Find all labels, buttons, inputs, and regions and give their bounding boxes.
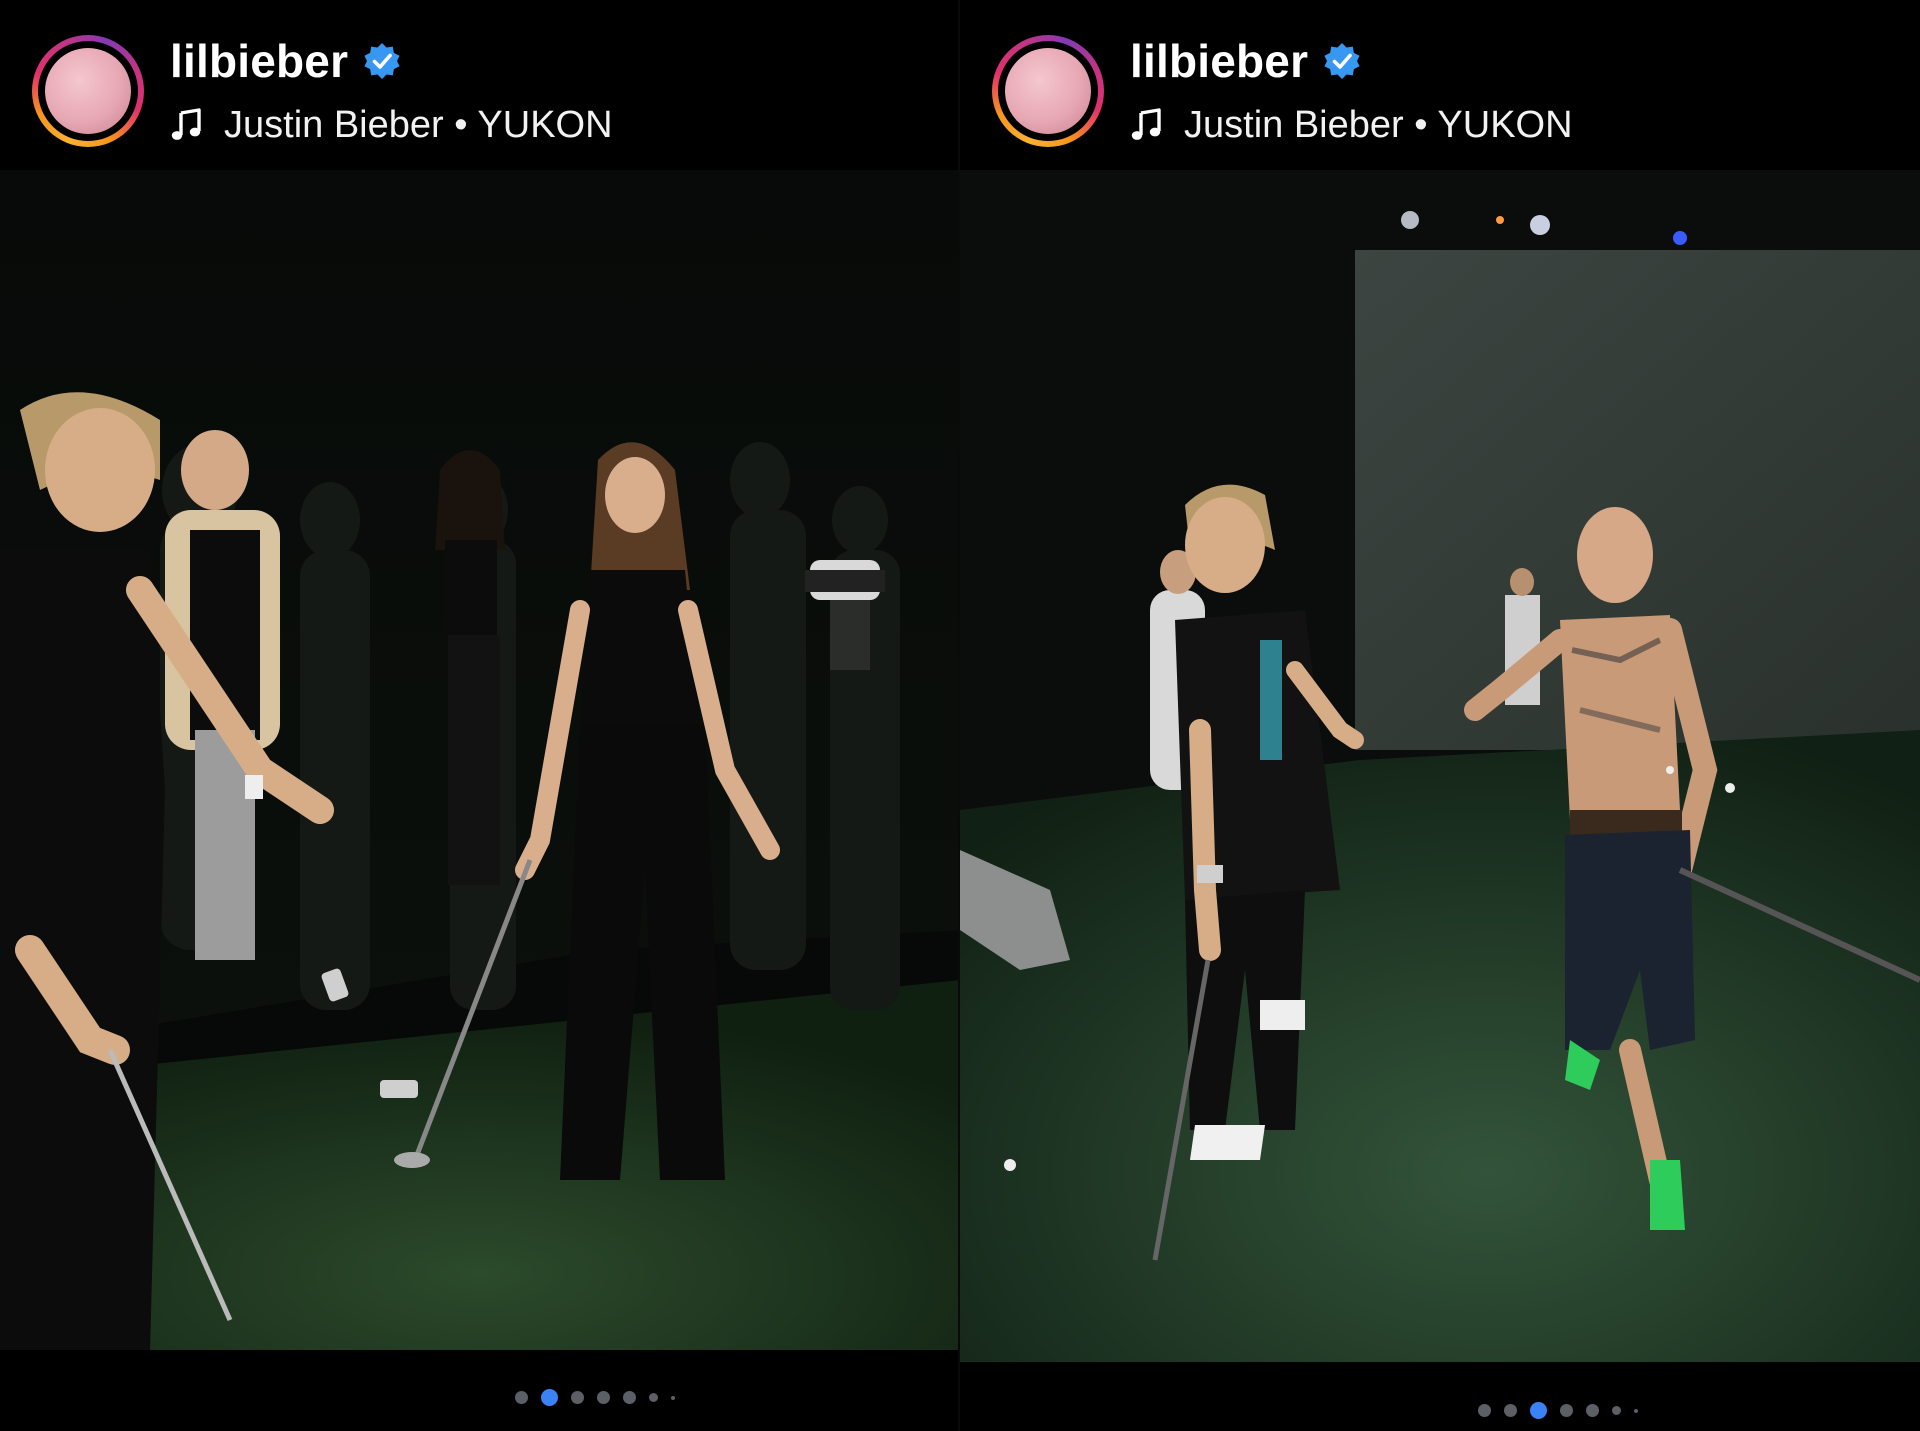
carousel-dot-active: [1530, 1402, 1547, 1419]
avatar[interactable]: [1005, 48, 1091, 134]
carousel-dot: [1586, 1404, 1599, 1417]
audio-label: Justin Bieber • YUKON: [1184, 104, 1573, 147]
music-note-icon: [1131, 108, 1161, 140]
audio-track: YUKON: [477, 103, 613, 146]
carousel-dot: [597, 1391, 610, 1404]
post-photo[interactable]: [0, 170, 960, 1350]
carousel-dot: [671, 1395, 675, 1400]
post-header: lilbieber Justin Bieber • YUKON: [960, 0, 1920, 170]
story-ring[interactable]: [32, 35, 144, 147]
audio-row[interactable]: Justin Bieber • YUKON: [1130, 103, 1573, 147]
username[interactable]: lilbieber: [170, 34, 348, 88]
carousel-dot: [1560, 1404, 1573, 1417]
audio-artist: Justin Bieber: [1184, 103, 1404, 146]
post-header: lilbieber Justin Bieber • YUKON: [0, 0, 960, 170]
avatar[interactable]: [45, 48, 131, 134]
carousel-dot: [623, 1391, 636, 1404]
photo-image: [960, 170, 1920, 1362]
verified-badge-icon: [364, 43, 400, 79]
audio-separator: •: [454, 103, 468, 146]
carousel-dot-active: [541, 1389, 558, 1406]
username[interactable]: lilbieber: [1130, 34, 1308, 88]
audio-label: Justin Bieber • YUKON: [224, 104, 613, 147]
post-panel-left: lilbieber Justin Bieber • YUKON: [0, 0, 960, 1431]
carousel-dot: [1612, 1406, 1621, 1415]
carousel-dot: [571, 1391, 584, 1404]
carousel-dot: [649, 1393, 658, 1402]
post-photo[interactable]: [960, 170, 1920, 1362]
username-row: lilbieber: [1130, 33, 1362, 89]
carousel-dot: [1504, 1404, 1517, 1417]
carousel-dot: [515, 1391, 528, 1404]
music-note-icon: [171, 108, 201, 140]
carousel-dot: [1478, 1404, 1491, 1417]
instagram-post-comparison: lilbieber Justin Bieber • YUKON lilbiebe…: [0, 0, 1920, 1431]
story-ring[interactable]: [992, 35, 1104, 147]
audio-track: YUKON: [1437, 103, 1573, 146]
carousel-indicator: [1478, 1402, 1638, 1419]
photo-image: [0, 170, 960, 1350]
audio-separator: •: [1414, 103, 1428, 146]
audio-row[interactable]: Justin Bieber • YUKON: [170, 103, 613, 147]
audio-artist: Justin Bieber: [224, 103, 444, 146]
carousel-dot: [1634, 1408, 1638, 1413]
verified-badge-icon: [1324, 43, 1360, 79]
carousel-indicator: [515, 1389, 675, 1406]
username-row: lilbieber: [170, 33, 402, 89]
post-panel-right: lilbieber Justin Bieber • YUKON: [960, 0, 1920, 1431]
